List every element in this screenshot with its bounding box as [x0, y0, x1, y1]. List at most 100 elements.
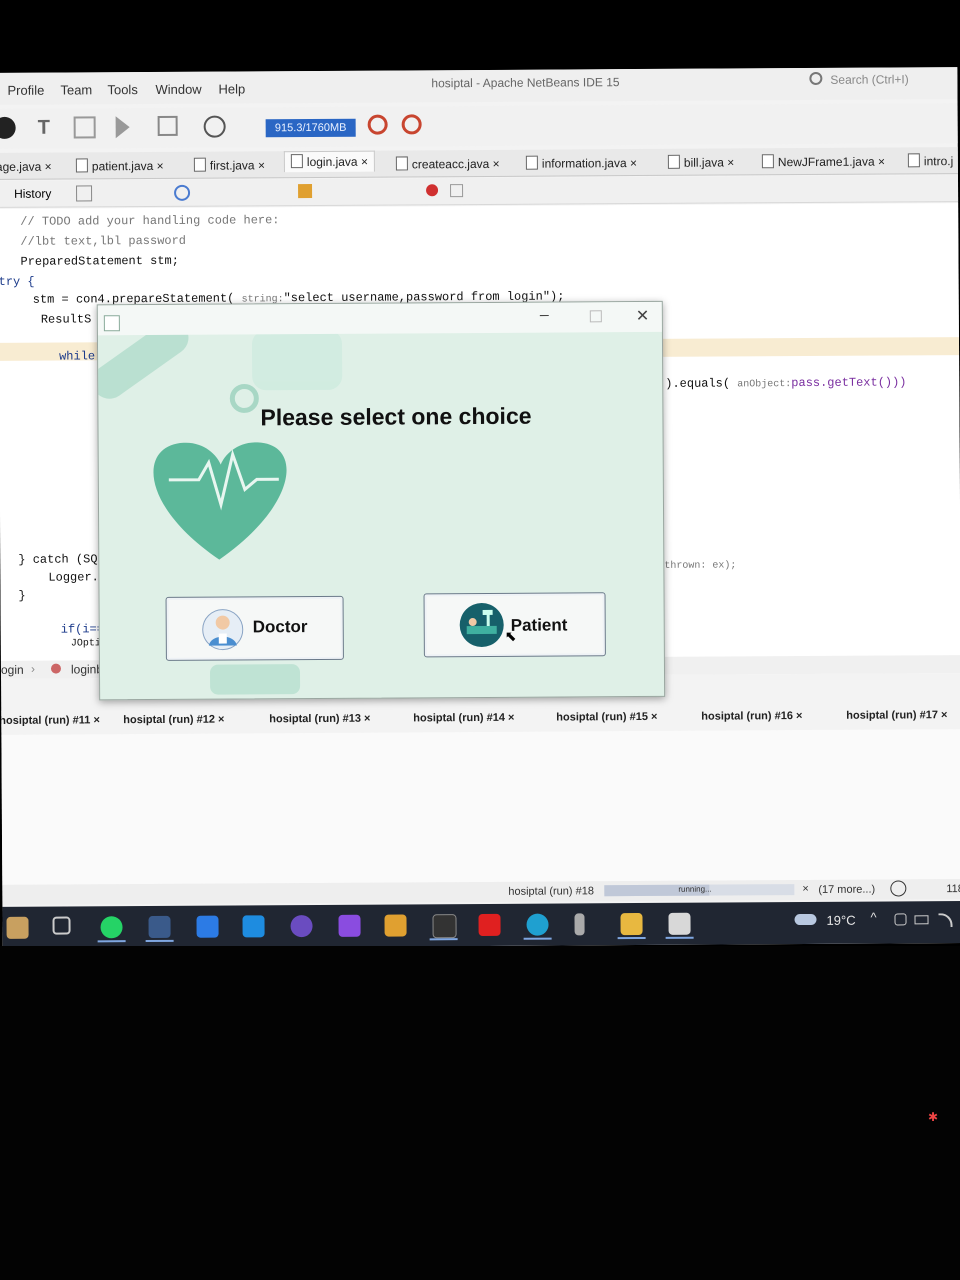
- tab-label: information.java: [541, 156, 627, 171]
- more-tasks[interactable]: (17 more...): [818, 884, 875, 896]
- output-tab-label: hosiptal (run) #16: [701, 710, 794, 723]
- close-icon[interactable]: ×: [630, 156, 637, 170]
- output-tab[interactable]: hosiptal (run) #11 ×: [0, 714, 100, 727]
- profile-icon[interactable]: [203, 115, 226, 138]
- app-icon[interactable]: [290, 915, 313, 938]
- doctor-icon: [202, 609, 244, 651]
- system-tray-icon[interactable]: [894, 913, 907, 926]
- output-tab[interactable]: hosiptal (run) #12 ×: [123, 714, 224, 727]
- youtube-icon[interactable]: [478, 913, 501, 937]
- menu-team[interactable]: Team: [60, 82, 92, 97]
- whatsapp-icon[interactable]: [100, 916, 123, 939]
- history-tab[interactable]: History: [14, 187, 51, 201]
- close-icon[interactable]: ×: [45, 160, 52, 174]
- running-indicator: [665, 936, 694, 939]
- cancel-task-icon[interactable]: ×: [802, 883, 809, 895]
- code-line: } catch (SQI: [18, 552, 105, 567]
- notifications-icon[interactable]: [890, 880, 907, 897]
- output-tab[interactable]: hosiptal (run) #17 ×: [846, 709, 947, 722]
- doctor-label: Doctor: [252, 617, 308, 637]
- maximize-icon[interactable]: [589, 310, 602, 323]
- tab-bill[interactable]: bill.java ×: [667, 152, 735, 172]
- tab-newjframe1[interactable]: NewJFrame1.java ×: [761, 152, 885, 173]
- find-icon[interactable]: [174, 184, 191, 201]
- close-icon[interactable]: ×: [941, 709, 948, 721]
- output-tab[interactable]: hosiptal (run) #15 ×: [556, 711, 657, 724]
- wifi-icon[interactable]: [938, 913, 953, 928]
- source-history-icon[interactable]: [76, 185, 93, 202]
- file-explorer-icon[interactable]: [620, 913, 643, 936]
- close-icon[interactable]: ×: [218, 714, 225, 726]
- widgets-icon[interactable]: [6, 916, 29, 939]
- taskbar: 19°C ^: [2, 901, 960, 949]
- close-icon[interactable]: ×: [157, 159, 164, 173]
- chevron-up-icon[interactable]: ^: [870, 910, 876, 925]
- memory-indicator[interactable]: 915.3/1760MB: [265, 118, 356, 138]
- macro-stop-icon[interactable]: [450, 184, 464, 198]
- close-icon[interactable]: ×: [796, 710, 803, 722]
- ide-window: Profile Team Tools Window Help hosiptal …: [0, 67, 960, 949]
- macro-record-icon[interactable]: [426, 184, 439, 197]
- close-icon[interactable]: ×: [364, 713, 371, 725]
- java-app-icon[interactable]: [668, 912, 691, 935]
- output-tab-label: hosiptal (run) #12: [123, 713, 216, 727]
- java-file-icon: [761, 154, 774, 169]
- menu-help[interactable]: Help: [218, 81, 245, 96]
- gc-icon[interactable]: [367, 114, 388, 135]
- search-icon: [809, 71, 823, 85]
- java-file-icon: [290, 154, 303, 169]
- search-box[interactable]: Search (Ctrl+I): [809, 71, 909, 87]
- debug-icon[interactable]: [157, 115, 178, 136]
- bookmark-icon[interactable]: [298, 184, 313, 199]
- close-icon[interactable]: ×: [727, 155, 734, 169]
- close-icon[interactable]: ×: [878, 155, 885, 169]
- tab-label: age.java: [0, 159, 42, 174]
- close-icon[interactable]: ×: [258, 158, 265, 172]
- minimize-icon[interactable]: –: [540, 307, 549, 325]
- running-task[interactable]: hosiptal (run) #18: [508, 885, 594, 898]
- tab-first[interactable]: first.java ×: [193, 155, 265, 175]
- patient-button[interactable]: Patient ⬉: [423, 592, 606, 658]
- battery-icon[interactable]: [914, 915, 929, 925]
- build-hammer-icon[interactable]: T: [38, 117, 60, 139]
- output-tab[interactable]: hosiptal (run) #13 ×: [269, 713, 370, 726]
- output-tab[interactable]: hosiptal (run) #16 ×: [701, 710, 802, 723]
- menu-profile[interactable]: Profile: [7, 83, 44, 98]
- weather-temp[interactable]: 19°C: [826, 913, 855, 928]
- doctor-button[interactable]: Doctor: [165, 595, 344, 661]
- chart-app-icon[interactable]: [196, 915, 219, 938]
- close-icon[interactable]: ×: [361, 155, 368, 169]
- project-icon[interactable]: [0, 116, 16, 139]
- run-icon[interactable]: [115, 116, 130, 139]
- menu-tools[interactable]: Tools: [107, 82, 137, 97]
- profiler-icon[interactable]: [401, 114, 422, 135]
- snipping-tool-icon[interactable]: [148, 915, 171, 939]
- vscode-icon[interactable]: [242, 915, 265, 938]
- close-icon[interactable]: ✕: [636, 306, 650, 326]
- edge-icon[interactable]: [526, 913, 549, 936]
- usb-icon[interactable]: [574, 913, 585, 936]
- tab-login[interactable]: login.java ×: [283, 150, 376, 173]
- close-icon[interactable]: ×: [508, 712, 515, 724]
- task-view-icon[interactable]: [52, 916, 71, 935]
- output-tab-label: hosiptal (run) #14: [413, 711, 506, 725]
- output-panel[interactable]: [1, 729, 960, 885]
- tab-information[interactable]: information.java ×: [525, 153, 637, 174]
- menu-window[interactable]: Window: [155, 82, 201, 97]
- visual-studio-icon[interactable]: [338, 914, 361, 937]
- output-tab[interactable]: hosiptal (run) #14 ×: [413, 712, 514, 725]
- github-icon[interactable]: [432, 914, 457, 939]
- java-file-icon: [193, 157, 206, 172]
- close-icon[interactable]: ×: [493, 157, 500, 171]
- tab-createacc[interactable]: createacc.java ×: [395, 154, 500, 175]
- breadcrumb-item[interactable]: ogin: [1, 663, 24, 677]
- tab-patient[interactable]: patient.java ×: [75, 156, 164, 177]
- clean-build-icon[interactable]: [73, 116, 96, 139]
- close-icon[interactable]: ×: [651, 711, 658, 723]
- output-tab-label: hosiptal (run) #11: [0, 714, 91, 727]
- box-app-icon[interactable]: [384, 914, 407, 937]
- tab-intro[interactable]: intro.j: [907, 151, 953, 171]
- choice-dialog: – ✕ Please select one choice Doctor Pati: [96, 300, 666, 701]
- close-icon[interactable]: ×: [93, 714, 100, 726]
- tab-age[interactable]: age.java ×: [0, 157, 52, 177]
